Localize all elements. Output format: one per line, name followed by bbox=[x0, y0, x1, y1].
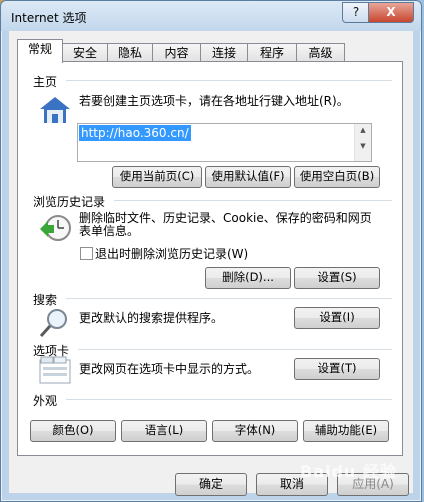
history-clock-icon bbox=[40, 215, 71, 241]
colors-button[interactable]: 颜色(O) bbox=[30, 420, 116, 442]
general-tab-panel: 主页 若要创建主页选项卡，请在各地址行键入地址(R)。 http://hao.3… bbox=[17, 61, 403, 456]
delete-history-button[interactable]: 删除(D)... bbox=[205, 267, 291, 289]
history-description-line2: 表单信息。 bbox=[79, 224, 140, 238]
use-default-button[interactable]: 使用默认值(F) bbox=[205, 166, 291, 188]
divider bbox=[66, 80, 392, 81]
languages-button[interactable]: 语言(L) bbox=[121, 420, 207, 442]
help-button[interactable]: ? bbox=[342, 2, 370, 23]
tab-programs[interactable]: 程序 bbox=[247, 43, 297, 62]
search-settings-button[interactable]: 设置(I) bbox=[294, 307, 380, 329]
browsing-history-label: 浏览历史记录 bbox=[33, 195, 106, 209]
tab-advanced[interactable]: 高级 bbox=[296, 43, 345, 62]
tab-connections[interactable]: 连接 bbox=[200, 43, 248, 62]
home-description: 若要创建主页选项卡，请在各地址行键入地址(R)。 bbox=[79, 94, 349, 108]
tab-privacy[interactable]: 隐私 bbox=[107, 43, 153, 62]
divider bbox=[66, 399, 392, 400]
fonts-button[interactable]: 字体(N) bbox=[212, 420, 298, 442]
tab-general[interactable]: 常规 bbox=[17, 39, 63, 63]
tabbed-window-icon bbox=[39, 356, 71, 384]
window-title: Internet 选项 bbox=[11, 11, 87, 25]
ok-button[interactable]: 确定 bbox=[175, 473, 247, 496]
title-bar: Internet 选项 ? X bbox=[1, 1, 421, 31]
home-url-value[interactable]: http://hao.360.cn/ bbox=[79, 125, 191, 141]
tab-content[interactable]: 内容 bbox=[152, 43, 201, 62]
delete-on-exit-checkbox[interactable] bbox=[80, 247, 93, 260]
home-icon bbox=[40, 97, 70, 123]
delete-on-exit-label: 退出时删除浏览历史记录(W) bbox=[95, 247, 249, 261]
divider bbox=[66, 298, 392, 299]
tabs-description: 更改网页在选项卡中显示的方式。 bbox=[79, 362, 260, 376]
divider bbox=[114, 200, 392, 201]
url-scrollbar[interactable]: ▲ ▼ bbox=[354, 124, 371, 161]
magnifier-icon bbox=[39, 309, 67, 338]
tab-security[interactable]: 安全 bbox=[62, 43, 108, 62]
search-section-label: 搜索 bbox=[33, 293, 58, 307]
divider bbox=[78, 349, 392, 350]
home-page-label: 主页 bbox=[33, 75, 58, 89]
baidu-watermark: Baidu 经验 bbox=[300, 462, 397, 481]
dialog-client-area: 常规 安全 隐私 内容 连接 程序 高级 主页 若要创建主页选项卡，请在各地址行… bbox=[9, 31, 413, 496]
home-url-textarea[interactable]: http://hao.360.cn/ ▲ ▼ bbox=[77, 123, 372, 162]
accessibility-button[interactable]: 辅助功能(E) bbox=[303, 420, 389, 442]
close-button[interactable]: X bbox=[368, 2, 414, 23]
tabs-settings-button[interactable]: 设置(T) bbox=[294, 358, 380, 380]
history-settings-button[interactable]: 设置(S) bbox=[294, 267, 380, 289]
internet-options-dialog: Internet 选项 ? X 常规 安全 隐私 内容 连接 程序 高级 主页 … bbox=[0, 0, 422, 502]
use-blank-button[interactable]: 使用空白页(B) bbox=[294, 166, 380, 188]
appearance-section-label: 外观 bbox=[33, 394, 58, 408]
search-description: 更改默认的搜索提供程序。 bbox=[79, 311, 224, 325]
use-current-button[interactable]: 使用当前页(C) bbox=[112, 166, 202, 188]
